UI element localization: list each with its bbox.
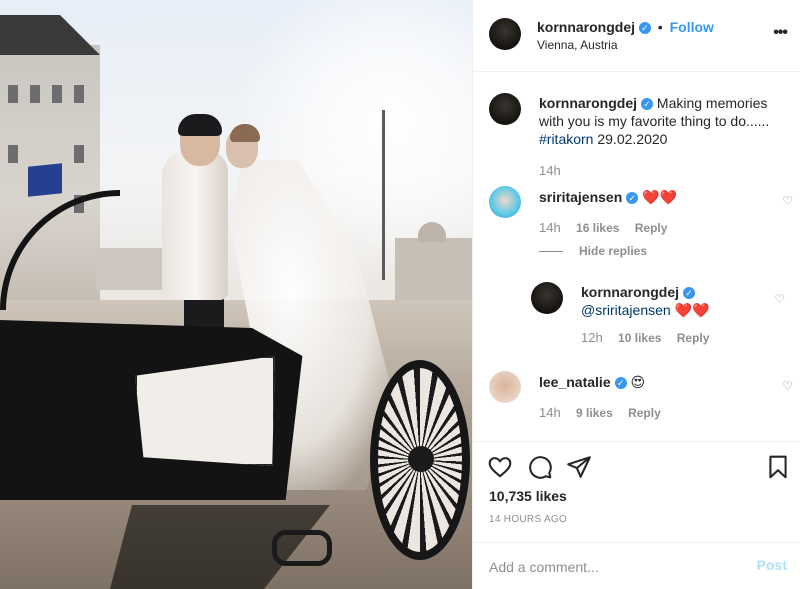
comment-text: 😍 <box>630 374 646 390</box>
likes-count[interactable]: 10,735 likes <box>489 488 567 504</box>
caption-timestamp[interactable]: 14h <box>539 163 561 178</box>
verified-badge-icon: ✓ <box>638 22 651 34</box>
caption-username[interactable]: kornnarongdej <box>539 95 637 111</box>
carriage-stripe <box>0 378 130 424</box>
separator-dot: • <box>657 19 663 35</box>
reply-item: kornnarongdej ✓ @sriritajensen ❤️❤️ 12h 1… <box>531 282 793 345</box>
groom-hair <box>178 114 222 136</box>
avatar[interactable] <box>489 371 521 403</box>
comment-username[interactable]: sriritajensen <box>539 189 622 205</box>
more-options-icon[interactable]: ••• <box>773 24 788 42</box>
caption: kornnarongdej ✓ Making memories with you … <box>489 93 789 178</box>
reply-username[interactable]: kornnarongdej <box>581 284 679 300</box>
comment-input[interactable] <box>489 557 729 577</box>
save-bookmark-icon[interactable] <box>765 454 791 480</box>
add-comment-bar: Post <box>473 542 800 589</box>
verified-badge-icon: ✓ <box>626 192 639 204</box>
like-comment-heart-icon[interactable]: ♡ <box>782 379 793 393</box>
hide-replies-button[interactable]: Hide replies <box>539 244 647 258</box>
comment-username[interactable]: lee_natalie <box>539 374 611 390</box>
comments-list[interactable]: kornnarongdej ✓ Making memories with you … <box>473 73 800 440</box>
post-photo[interactable] <box>0 0 472 589</box>
mention-link[interactable]: @sriritajensen <box>581 302 671 318</box>
post-sidebar: kornnarongdej ✓ • Follow Vienna, Austria… <box>472 0 800 589</box>
author-username[interactable]: kornnarongdej <box>537 19 635 35</box>
post-header: kornnarongdej ✓ • Follow Vienna, Austria… <box>473 0 800 72</box>
follow-button[interactable]: Follow <box>670 19 714 35</box>
reply-likes[interactable]: 10 likes <box>618 331 661 345</box>
verified-badge-icon: ✓ <box>614 377 627 389</box>
like-heart-icon[interactable] <box>487 454 513 480</box>
reply-timestamp[interactable]: 12h <box>581 330 603 345</box>
like-comment-heart-icon[interactable]: ♡ <box>782 194 793 208</box>
comment-text: ❤️❤️ <box>642 189 678 205</box>
reply-button[interactable]: Reply <box>628 406 661 420</box>
location-link[interactable]: Vienna, Austria <box>537 38 618 52</box>
street-lamp <box>382 110 385 280</box>
verified-badge-icon: ✓ <box>641 98 654 110</box>
caption-date: 29.02.2020 <box>597 131 668 147</box>
avatar[interactable] <box>489 186 521 218</box>
wheel-hub <box>408 446 434 472</box>
comment-timestamp[interactable]: 14h <box>539 220 561 235</box>
like-comment-heart-icon[interactable]: ♡ <box>774 292 785 306</box>
groom-white-jacket <box>162 150 228 300</box>
reply-button[interactable]: Reply <box>635 221 668 235</box>
list-item: lee_natalie ✓ 😍 14h 9 likes Reply ♡ <box>489 371 800 431</box>
share-send-icon[interactable] <box>566 454 592 480</box>
domed-building <box>395 238 472 300</box>
carriage-step <box>272 530 332 566</box>
eu-flag <box>28 163 62 197</box>
avatar[interactable] <box>531 282 563 314</box>
comment-bubble-icon[interactable] <box>527 454 553 480</box>
post-comment-button[interactable]: Post <box>757 557 787 573</box>
hashtag-link[interactable]: #ritakorn <box>539 131 593 147</box>
avatar[interactable] <box>489 18 521 50</box>
list-item: sriritajensen ✓ ❤️❤️ 14h 16 likes Reply ♡ <box>489 186 800 246</box>
post-timestamp[interactable]: 14 HOURS AGO <box>489 514 567 525</box>
dome <box>418 222 446 242</box>
verified-badge-icon: ✓ <box>683 287 696 299</box>
comment-timestamp[interactable]: 14h <box>539 405 561 420</box>
avatar[interactable] <box>489 93 521 125</box>
comment-likes[interactable]: 16 likes <box>576 221 619 235</box>
reply-text: ❤️❤️ <box>674 302 710 318</box>
comment-likes[interactable]: 9 likes <box>576 406 613 420</box>
reply-button[interactable]: Reply <box>677 331 710 345</box>
post-actions: 10,735 likes 14 HOURS AGO Post <box>473 441 800 589</box>
